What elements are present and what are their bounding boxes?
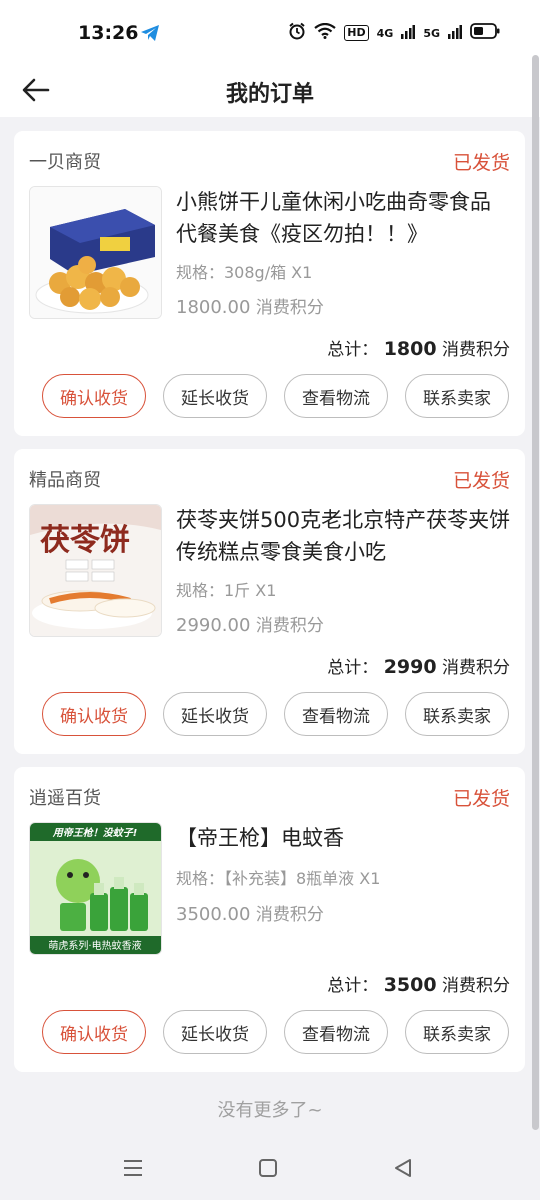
order-status: 已发货 [452,788,510,810]
price-value: 3500.00 [176,904,251,925]
confirm-receipt-button[interactable]: 确认收货 [42,1010,146,1054]
product-price: 2990.00 消费积分 [176,611,324,636]
order-status: 已发货 [452,152,510,174]
product-image[interactable]: 茯苓饼 [29,504,162,637]
action-row: 确认收货 延长收货 查看物流 联系卖家 [42,1010,512,1058]
shop-name[interactable]: 一贝商贸 [29,148,101,174]
price-unit: 消费积分 [255,616,324,636]
battery-icon [470,23,500,43]
fuling-cake-image: 茯苓饼 [30,505,161,636]
product-spec: 规格：【补充装】8瓶单液 X1 [176,869,381,888]
signal-icon [448,24,462,43]
view-logistics-button[interactable]: 查看物流 [284,1010,388,1054]
product-spec: 规格：1斤 X1 [176,581,277,600]
signal-icon [401,24,416,43]
triangle-back-icon [395,1159,411,1177]
home-button[interactable] [253,1153,283,1183]
order-total: 总计： 1800 消费积分 [327,335,510,360]
contact-seller-button[interactable]: 联系卖家 [405,1010,509,1054]
page-title: 我的订单 [225,82,314,107]
total-label: 总计： [327,976,379,996]
product-title[interactable]: 【帝王枪】电蚊香 [176,822,511,854]
network-4g-label: 4G [376,26,394,40]
telegram-icon [140,24,160,46]
total-label: 总计： [327,658,379,678]
shop-name[interactable]: 逍遥百货 [29,784,101,810]
home-square-icon [259,1159,277,1177]
action-row: 确认收货 延长收货 查看物流 联系卖家 [42,374,512,422]
shop-name[interactable]: 精品商贸 [29,466,101,492]
thumb-caption-bottom: 萌虎系列·电热蚊香液 [48,939,141,952]
product-price: 1800.00 消费积分 [176,293,324,318]
total-unit: 消费积分 [442,658,510,678]
price-value: 2990.00 [176,615,251,636]
product-title[interactable]: 茯苓夹饼500克老北京特产茯苓夹饼传统糕点零食美食小吃 [176,504,511,568]
status-icons: HD 4G 5G [288,22,500,44]
view-logistics-button[interactable]: 查看物流 [284,692,388,736]
confirm-receipt-button[interactable]: 确认收货 [42,692,146,736]
total-amount: 2990 [383,656,437,678]
system-back-button[interactable] [388,1153,418,1183]
product-title[interactable]: 小熊饼干儿童休闲小吃曲奇零食品代餐美食《疫区勿拍！！》 [176,186,511,250]
price-unit: 消费积分 [255,298,324,318]
thumb-caption-top: 用帝王枪！没蚊子! [52,827,138,839]
extend-receipt-button[interactable]: 延长收货 [163,1010,267,1054]
system-nav-bar [0,1133,540,1200]
total-unit: 消费积分 [442,340,510,360]
price-value: 1800.00 [176,297,251,318]
cookie-box-image [30,187,161,318]
menu-icon [124,1160,142,1176]
product-image[interactable]: 用帝王枪！没蚊子! 萌虎系列·电热蚊香液 [29,822,162,955]
order-card: 一贝商贸 已发货 小熊饼干儿童休闲小吃曲奇零食品代餐美食《疫区勿拍！！》 规格：… [14,131,525,436]
status-bar: 13:26 HD 4G 5G [0,0,540,62]
total-amount: 1800 [383,338,437,360]
confirm-receipt-button[interactable]: 确认收货 [42,374,146,418]
product-price: 3500.00 消费积分 [176,900,324,925]
contact-seller-button[interactable]: 联系卖家 [405,692,509,736]
product-image[interactable] [29,186,162,319]
no-more-text: 没有更多了~ [217,1100,323,1121]
extend-receipt-button[interactable]: 延长收货 [163,692,267,736]
network-5g-label: 5G [423,26,440,40]
total-label: 总计： [327,340,379,360]
extend-receipt-button[interactable]: 延长收货 [163,374,267,418]
view-logistics-button[interactable]: 查看物流 [284,374,388,418]
product-spec: 规格：308g/箱 X1 [176,263,313,282]
order-total: 总计： 3500 消费积分 [327,971,510,996]
header-bar: 我的订单 [0,62,540,117]
order-total: 总计： 2990 消费积分 [327,653,510,678]
total-unit: 消费积分 [442,976,510,996]
status-time: 13:26 [78,22,139,44]
mosquito-repellent-image: 用帝王枪！没蚊子! 萌虎系列·电热蚊香液 [30,823,161,954]
price-unit: 消费积分 [255,905,324,925]
alarm-icon [288,22,306,44]
scrollbar[interactable] [532,55,539,1130]
action-row: 确认收货 延长收货 查看物流 联系卖家 [42,692,512,740]
order-card: 逍遥百货 已发货 用帝王枪！没蚊子! 萌虎系列·电热蚊香液 【帝王枪】电蚊香 规… [14,767,525,1072]
order-status: 已发货 [452,470,510,492]
contact-seller-button[interactable]: 联系卖家 [405,374,509,418]
hd-badge: HD [344,25,369,41]
order-card: 精品商贸 已发货 茯苓饼 茯苓夹饼500克老北京特产茯苓夹饼传统糕点零食美食小吃… [14,449,525,754]
thumb-caption: 茯苓饼 [40,523,130,558]
wifi-icon [314,22,336,43]
menu-button[interactable] [118,1153,148,1183]
total-amount: 3500 [383,974,437,996]
